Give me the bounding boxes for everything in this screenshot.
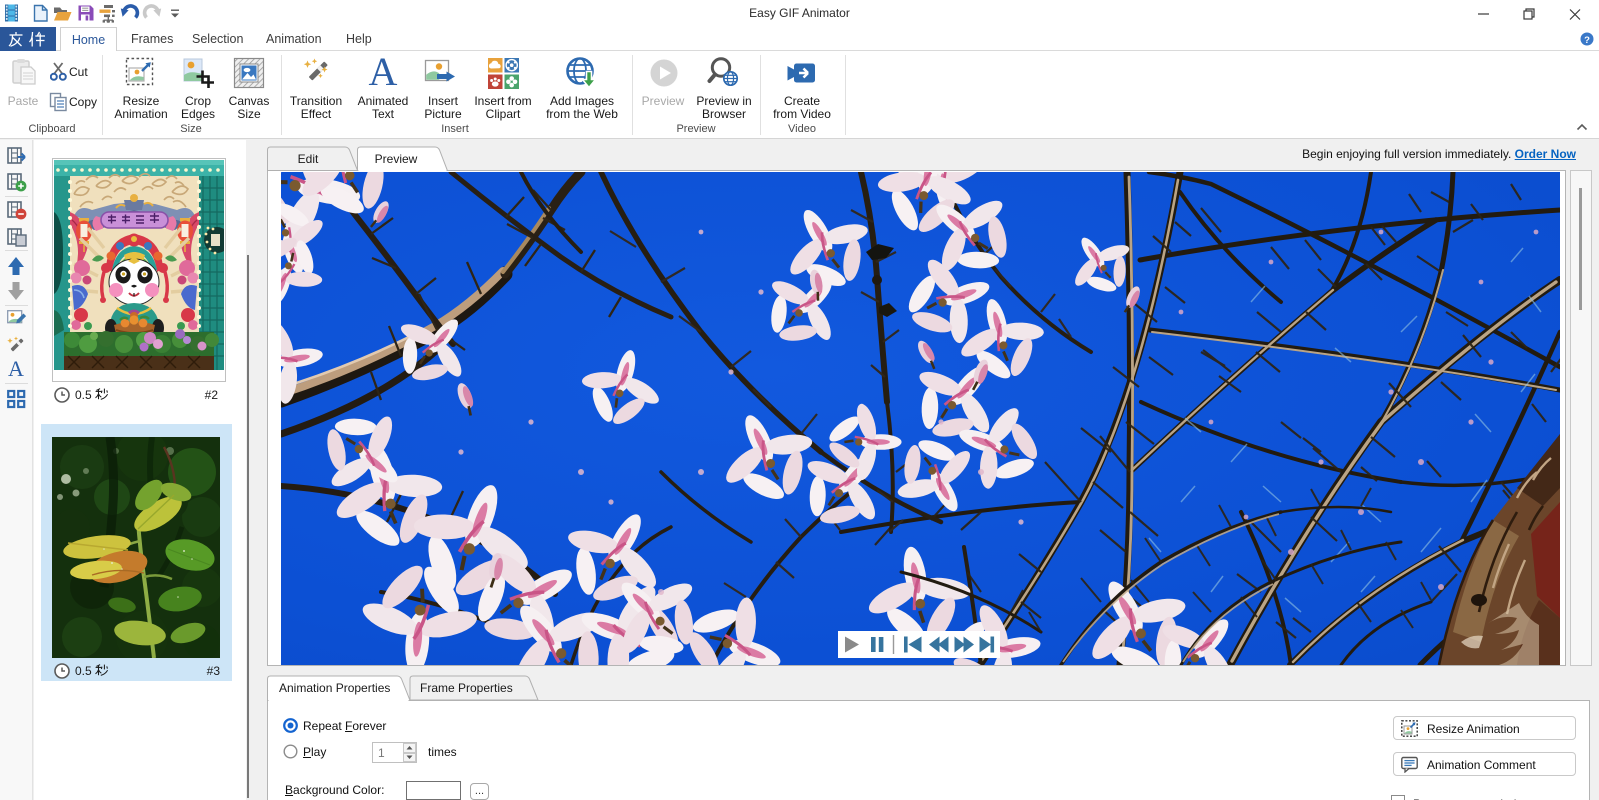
svg-text:Preview: Preview — [375, 152, 418, 166]
svg-text:Frame Properties: Frame Properties — [420, 681, 513, 695]
svg-text:A: A — [8, 356, 24, 381]
svg-text:Edit: Edit — [298, 152, 319, 166]
svg-text:Animation Properties: Animation Properties — [279, 681, 390, 695]
svg-text:?: ? — [1584, 35, 1590, 46]
